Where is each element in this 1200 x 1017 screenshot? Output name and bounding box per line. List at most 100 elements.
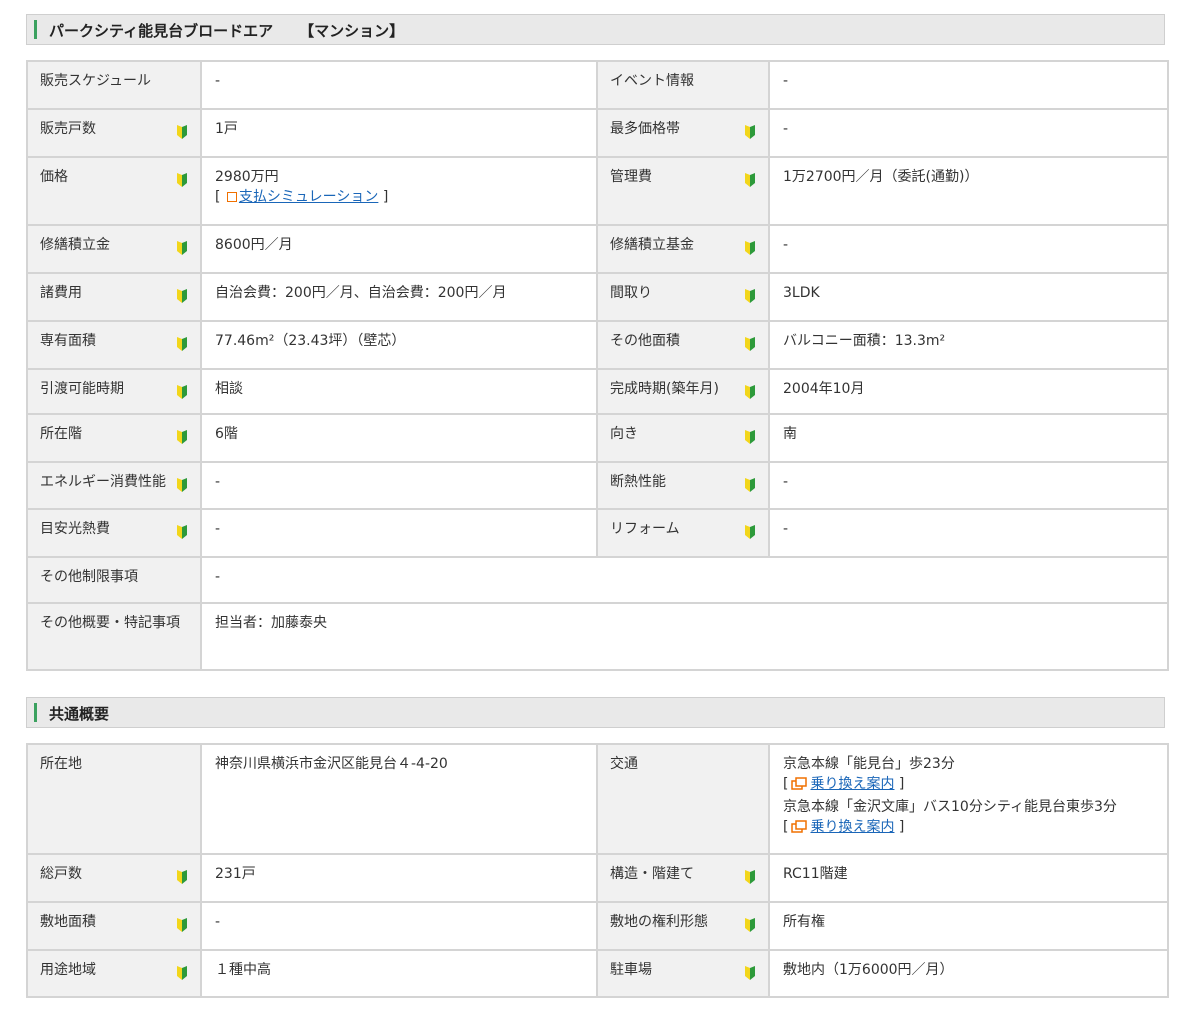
row-label-cell: 修繕積立基金 bbox=[596, 224, 770, 274]
table-row: 販売戸数 1戸 最多価格帯 - bbox=[26, 108, 1169, 158]
row-value: - bbox=[770, 510, 1167, 539]
beginner-mark-icon bbox=[176, 430, 188, 444]
value-line: RC11階建 bbox=[783, 866, 848, 882]
beginner-mark-icon bbox=[744, 478, 756, 492]
row-label-cell: 駐車場 bbox=[596, 949, 770, 998]
row-label: 引渡可能時期 bbox=[40, 381, 124, 397]
row-label-cell: 専有面積 bbox=[26, 320, 202, 370]
train-transfer-icon bbox=[791, 820, 808, 840]
bracket-open: [ bbox=[215, 189, 225, 205]
row-label: 目安光熱費 bbox=[40, 521, 110, 537]
value-line: 3LDK bbox=[783, 285, 820, 301]
row-value-cell: 77.46m²（23.43坪）（壁芯） bbox=[200, 320, 598, 370]
value-line: １種中高 bbox=[215, 962, 271, 978]
row-value: 南 bbox=[770, 415, 1167, 444]
row-value: 2980万円 [ 支払シミュレーション ] bbox=[202, 158, 596, 207]
row-label-cell: 管理費 bbox=[596, 156, 770, 226]
row-value-cell: - bbox=[768, 108, 1169, 158]
location-value: 神奈川県横浜市金沢区能見台４-4-20 bbox=[215, 756, 448, 772]
row-value: - bbox=[202, 903, 596, 932]
row-value: 所有権 bbox=[770, 903, 1167, 932]
row-value-cell: - bbox=[200, 461, 598, 510]
table-row: 価格 2980万円 [ 支払シミュレーション ] 管理費 1万2700円／月（委託(通勤… bbox=[26, 156, 1169, 226]
transfer-guide-link[interactable]: 乗り換え案内 bbox=[810, 776, 894, 792]
value-line: - bbox=[215, 569, 221, 585]
row-label: リフォーム bbox=[610, 521, 680, 537]
row-label-cell: その他概要・特記事項 bbox=[26, 602, 202, 671]
row-label: 向き bbox=[610, 426, 638, 442]
row-value-cell: - bbox=[768, 461, 1169, 510]
row-value: 3LDK bbox=[770, 274, 1167, 303]
value-line: - bbox=[783, 237, 789, 253]
row-value: 自治会費：200円／月、自治会費：200円／月 bbox=[202, 274, 596, 303]
row-label: 諸費用 bbox=[40, 285, 82, 301]
value-line: バルコニー面積：13.3m² bbox=[783, 333, 946, 349]
transfer-link-line: [乗り換え案内 ] bbox=[783, 774, 1167, 797]
row-label-cell: 所在階 bbox=[26, 413, 202, 463]
common-info-table: 所在地 神奈川県横浜市金沢区能見台４-4-20 交通 京急本線「能見台」歩23分… bbox=[26, 743, 1169, 998]
train-transfer-icon bbox=[791, 777, 808, 797]
row-value-cell: 8600円／月 bbox=[200, 224, 598, 274]
row-label: その他面積 bbox=[610, 333, 680, 349]
row-label-cell: 断熱性能 bbox=[596, 461, 770, 510]
row-label: 断熱性能 bbox=[610, 474, 666, 490]
value-line: 1戸 bbox=[215, 121, 238, 137]
row-label: 最多価格帯 bbox=[610, 121, 680, 137]
row-label: 修繕積立金 bbox=[40, 237, 110, 253]
property-detail-page: パークシティ能見台ブロードエア 【マンション】 販売スケジュール - イベント情報 - 販… bbox=[0, 0, 1200, 1017]
row-value-cell: 2980万円 [ 支払シミュレーション ] bbox=[200, 156, 598, 226]
row-label-cell: 敷地面積 bbox=[26, 901, 202, 951]
payment-simulation-link[interactable]: 支払シミュレーション bbox=[239, 189, 378, 205]
accent-bar bbox=[34, 20, 37, 39]
simulation-link-line: [ 支払シミュレーション ] bbox=[215, 187, 596, 207]
row-value-cell: - bbox=[200, 556, 1169, 604]
beginner-mark-icon bbox=[744, 430, 756, 444]
row-label-cell: その他面積 bbox=[596, 320, 770, 370]
row-label: 駐車場 bbox=[610, 962, 652, 978]
row-label-cell: イベント情報 bbox=[596, 60, 770, 110]
table-row: その他概要・特記事項 担当者：加藤泰央 bbox=[26, 602, 1169, 671]
row-value: - bbox=[770, 110, 1167, 139]
table-row: 所在地 神奈川県横浜市金沢区能見台４-4-20 交通 京急本線「能見台」歩23分… bbox=[26, 743, 1169, 855]
value-line: 相談 bbox=[215, 381, 243, 397]
beginner-mark-icon bbox=[176, 966, 188, 980]
row-label-cell: 最多価格帯 bbox=[596, 108, 770, 158]
row-value: 231戸 bbox=[202, 855, 596, 884]
row-label: 完成時期(築年月) bbox=[610, 381, 719, 397]
table-row: 目安光熱費 - リフォーム - bbox=[26, 508, 1169, 558]
beginner-mark-icon bbox=[176, 870, 188, 884]
row-label-cell: 所在地 bbox=[26, 743, 202, 855]
property-kind: 【マンション】 bbox=[299, 22, 405, 40]
row-value: 77.46m²（23.43坪）（壁芯） bbox=[202, 322, 596, 351]
row-label-cell: 価格 bbox=[26, 156, 202, 226]
beginner-mark-icon bbox=[744, 918, 756, 932]
value-line: - bbox=[215, 73, 221, 89]
transfer-guide-link[interactable]: 乗り換え案内 bbox=[810, 819, 894, 835]
table-row: 所在階 6階 向き 南 bbox=[26, 413, 1169, 463]
value-line: 所有権 bbox=[783, 914, 825, 930]
common-overview-title: 共通概要 bbox=[49, 705, 110, 723]
row-value: - bbox=[770, 226, 1167, 255]
row-label-cell: 交通 bbox=[596, 743, 770, 855]
value-line: 南 bbox=[783, 426, 797, 442]
value-line: 2004年10月 bbox=[783, 381, 865, 397]
beginner-mark-icon bbox=[176, 241, 188, 255]
value-line: - bbox=[783, 521, 789, 537]
row-label: 管理費 bbox=[610, 169, 652, 185]
row-label: その他制限事項 bbox=[40, 569, 138, 585]
row-value-cell: 2004年10月 bbox=[768, 368, 1169, 415]
value-line: 2980万円 bbox=[215, 169, 279, 185]
row-label-cell: 敷地の権利形態 bbox=[596, 901, 770, 951]
row-label-cell: エネルギー消費性能 bbox=[26, 461, 202, 510]
beginner-mark-icon bbox=[744, 385, 756, 399]
row-value-cell: 敷地内（1万6000円／月） bbox=[768, 949, 1169, 998]
row-label-cell: 用途地域 bbox=[26, 949, 202, 998]
table-row: 敷地面積 - 敷地の権利形態 所有権 bbox=[26, 901, 1169, 951]
common-overview-header: 共通概要 bbox=[26, 697, 1165, 728]
row-value-cell: 231戸 bbox=[200, 853, 598, 903]
row-label-cell: 引渡可能時期 bbox=[26, 368, 202, 415]
row-value-cell: RC11階建 bbox=[768, 853, 1169, 903]
row-value-cell: 1万2700円／月（委託(通勤)） bbox=[768, 156, 1169, 226]
row-value-cell: - bbox=[200, 901, 598, 951]
value-line: 8600円／月 bbox=[215, 237, 293, 253]
